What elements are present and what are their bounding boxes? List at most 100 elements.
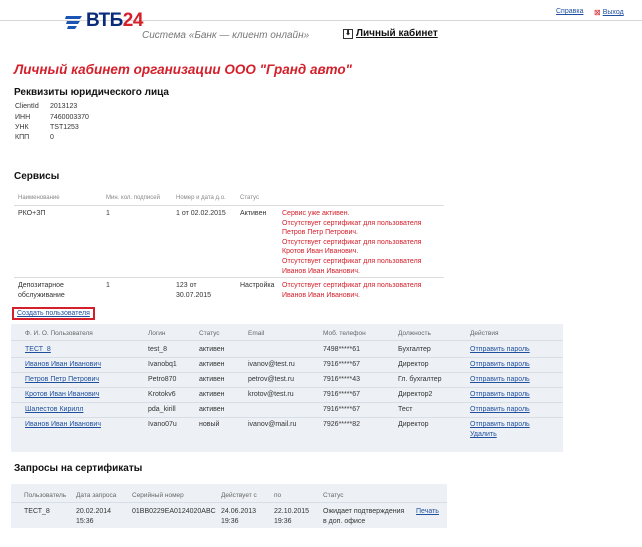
user-email: ivanov@test.ru <box>248 361 295 368</box>
table-row-divider <box>11 417 563 418</box>
print-link[interactable]: Печать <box>416 507 439 517</box>
user-position: Директор <box>398 361 429 368</box>
send-password-link[interactable]: Отправить пароль <box>470 376 530 383</box>
user-login: Krotokv6 <box>148 391 176 398</box>
create-user-button[interactable]: Создать пользователя <box>12 307 95 320</box>
user-status: активен <box>199 376 225 383</box>
send-password-link[interactable]: Отправить пароль <box>470 346 530 353</box>
user-phone: 7916*****67 <box>323 406 360 413</box>
service-min-signatures: 1 <box>106 282 110 289</box>
requisite-row: ClientId 2013123 <box>15 103 78 110</box>
user-position: Гл. бухгалтер <box>398 376 442 383</box>
send-password-link[interactable]: Отправить пароль <box>470 361 530 368</box>
user-status: активен <box>199 361 225 368</box>
services-title: Сервисы <box>14 171 60 182</box>
user-email: krotov@test.ru <box>248 391 294 398</box>
cert-valid-from: 24.06.2013 19:36 <box>221 508 257 525</box>
services-header-number: Номер и дата д.о. <box>176 195 226 201</box>
services-header-status: Статус <box>240 195 259 201</box>
users-header-status: Статус <box>199 330 220 337</box>
user-phone: 7916*****43 <box>323 376 360 383</box>
user-email: petrov@test.ru <box>248 376 295 383</box>
requisites-title: Реквизиты юридического лица <box>14 87 169 98</box>
service-number-date: 1 от 02.02.2015 <box>176 210 226 217</box>
user-name-link[interactable]: Шалестов Кирилл <box>25 406 83 413</box>
user-login: pda_kirill <box>148 406 176 413</box>
users-header-divider <box>11 340 563 341</box>
page-title: Личный кабинет организации ООО "Гранд ав… <box>14 62 352 77</box>
user-name-link[interactable]: Петров Петр Петрович <box>25 376 99 383</box>
requisite-row: ИНН 7460003370 <box>15 114 89 121</box>
services-header-divider <box>14 205 444 206</box>
user-name-link[interactable]: Иванов Иван Иванович <box>25 421 101 428</box>
system-tagline: Система «Банк — клиент онлайн» <box>142 30 310 41</box>
requisite-row: УНК TST1253 <box>15 124 79 131</box>
services-row-divider <box>14 277 444 278</box>
user-login: test_8 <box>148 346 168 353</box>
cert-user: ТЕСТ_8 <box>24 508 50 515</box>
user-login: Petro870 <box>148 376 177 383</box>
cert-header-date: Дата запроса <box>76 492 117 499</box>
user-status: активен <box>199 391 225 398</box>
user-name-link[interactable]: Кротов Иван Иванович <box>25 391 99 398</box>
requisite-row: КПП 0 <box>15 134 54 141</box>
cert-requests-title: Запросы на сертификаты <box>14 463 143 474</box>
service-messages: Отсутствует сертификат для пользователя … <box>282 282 422 299</box>
user-status: новый <box>199 421 220 428</box>
vtb-logo-icon <box>65 16 82 29</box>
services-header-name: Наименование <box>18 195 60 201</box>
help-link[interactable]: Справка <box>556 8 583 15</box>
user-position: Директор2 <box>398 391 433 398</box>
users-header-email: Email <box>248 330 265 337</box>
table-row-divider <box>11 357 563 358</box>
service-status: Настройка <box>240 282 275 289</box>
cert-status: Ожидает подтверждения в доп. офисе <box>323 508 405 525</box>
personal-cabinet-link[interactable]: ⬇ Личный кабинет <box>343 28 438 39</box>
user-position: Директор <box>398 421 429 428</box>
users-header-login: Логин <box>148 330 166 337</box>
users-header-position: Должность <box>398 330 431 337</box>
user-status: активен <box>199 406 225 413</box>
cert-header-to: по <box>274 492 282 499</box>
user-login: Ivano07u <box>148 421 177 428</box>
service-name: РКО+ЗП <box>18 210 46 217</box>
exit-icon: ⊠ <box>594 8 601 17</box>
user-phone: 7498*****61 <box>323 346 360 353</box>
users-header-actions: Действия <box>470 330 499 337</box>
services-header-min: Мин. кол. подписей <box>106 195 160 201</box>
user-phone: 7926*****82 <box>323 421 360 428</box>
cert-request-date: 20.02.2014 15:36 <box>76 508 112 525</box>
user-position: Бухгалтер <box>398 346 431 353</box>
users-header-fio: Ф. И. О. Пользователя <box>25 330 93 337</box>
cert-header-divider <box>11 502 447 503</box>
table-row-divider <box>11 402 563 403</box>
send-password-link[interactable]: Отправить пароль <box>470 391 530 398</box>
table-row-divider <box>11 372 563 373</box>
send-password-link[interactable]: Отправить пароль <box>470 421 530 428</box>
user-login: Ivanobq1 <box>148 361 177 368</box>
vtb24-logo: ВТБ24 <box>65 10 143 32</box>
send-password-link[interactable]: Отправить пароль <box>470 406 530 413</box>
user-phone: 7916*****67 <box>323 391 360 398</box>
user-name-link[interactable]: Иванов Иван Иванович <box>25 361 101 368</box>
cert-serial: 01BB0229EA0124020ABC <box>132 508 216 515</box>
service-name: Депозитарное обслуживание <box>18 282 65 299</box>
cert-header-serial: Серийный номер <box>132 492 184 499</box>
service-min-signatures: 1 <box>106 210 110 217</box>
download-icon: ⬇ <box>343 28 353 39</box>
exit-link[interactable]: ⊠ Выход <box>594 8 624 17</box>
cert-header-from: Действует с <box>221 492 257 499</box>
cert-header-user: Пользователь <box>24 492 67 499</box>
user-position: Тест <box>398 406 413 413</box>
user-name-link[interactable]: ТЕСТ_8 <box>25 346 51 353</box>
table-row-divider <box>11 387 563 388</box>
delete-user-link[interactable]: Удалить <box>470 431 497 438</box>
user-email: ivanov@mail.ru <box>248 421 297 428</box>
cert-header-status: Статус <box>323 492 344 499</box>
cert-valid-to: 22.10.2015 19:36 <box>274 508 310 525</box>
service-status: Активен <box>240 210 267 217</box>
users-header-phone: Моб. телефон <box>323 330 366 337</box>
service-number-date: 123 от 30.07.2015 <box>176 282 212 299</box>
user-phone: 7916*****67 <box>323 361 360 368</box>
service-messages: Сервис уже активен. Отсутствует сертифик… <box>282 210 422 275</box>
